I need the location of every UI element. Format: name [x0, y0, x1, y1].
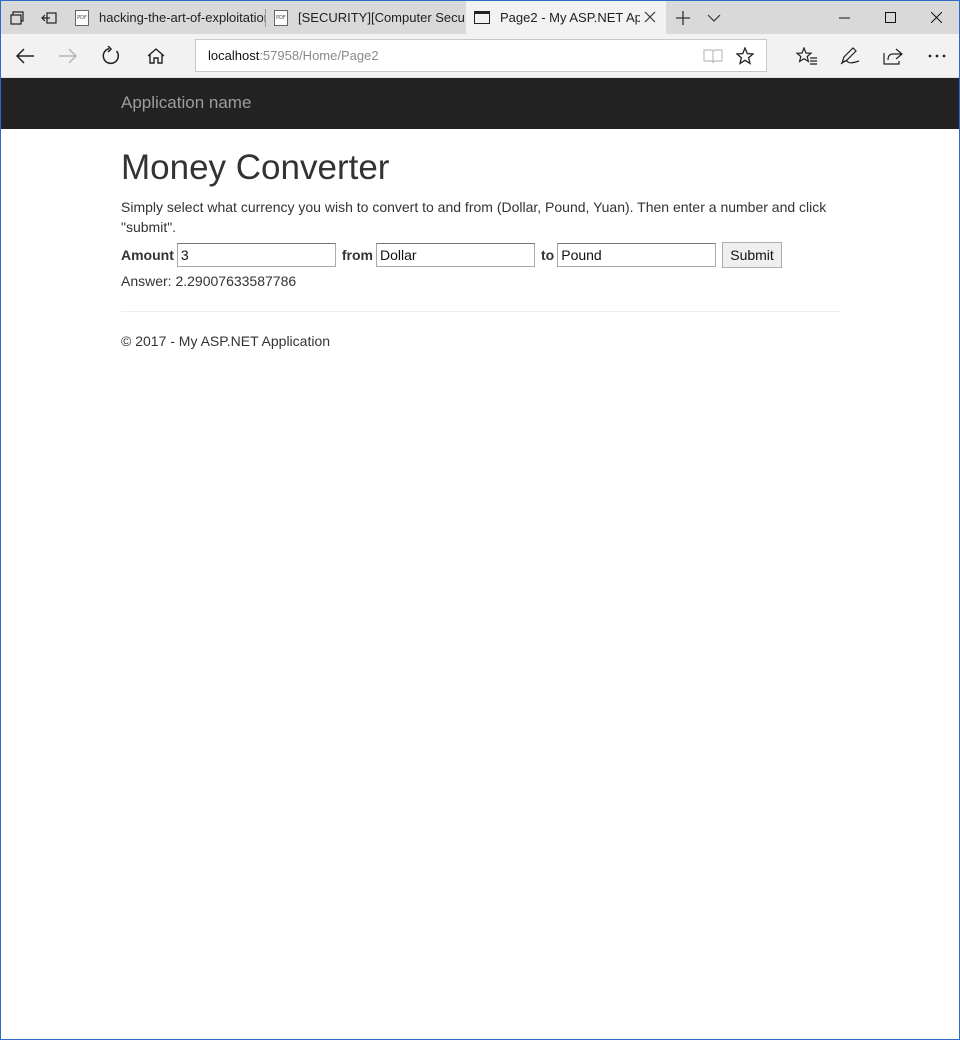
site-navbar: Application name [1, 78, 959, 129]
tab-hacking-pdf[interactable]: PDF hacking-the-art-of-exploitation [67, 1, 265, 34]
from-label: from [341, 247, 374, 263]
address-host: localhost [208, 48, 260, 63]
close-window-icon[interactable] [913, 1, 959, 34]
brand-link[interactable]: Application name [121, 93, 251, 113]
to-label: to [541, 247, 555, 263]
back-arrow-icon[interactable] [3, 34, 47, 78]
share-icon[interactable] [871, 34, 915, 78]
footer-copyright: © 2017 - My ASP.NET Application [121, 333, 331, 349]
favorites-hub-icon[interactable] [785, 34, 829, 78]
tab-page2[interactable]: Page2 - My ASP.NET Application [466, 1, 666, 34]
answer-text: Answer: 2.29007633587786 [121, 273, 297, 289]
reading-view-icon[interactable] [696, 40, 730, 71]
tab-title: Page2 - My ASP.NET Application [500, 10, 640, 25]
browser-window: PDF hacking-the-art-of-exploitation PDF … [0, 0, 960, 1040]
page-content: Money Converter Simply select what curre… [121, 129, 841, 349]
instructions-text: Simply select what currency you wish to … [121, 199, 827, 235]
pdf-icon: PDF [75, 9, 89, 26]
address-path: :57958/Home/Page2 [259, 48, 379, 63]
address-bar[interactable]: localhost:57958/Home/Page2 [195, 39, 767, 72]
page-icon [474, 11, 490, 24]
amount-label: Amount [121, 247, 174, 263]
new-tab-icon[interactable] [667, 1, 699, 34]
tab-security-pdf[interactable]: PDF [SECURITY][Computer Security [266, 1, 465, 34]
submit-button[interactable]: Submit [722, 242, 782, 268]
forward-arrow-icon[interactable] [46, 34, 90, 78]
tab-title: hacking-the-art-of-exploitation [99, 10, 265, 25]
divider [121, 311, 841, 312]
maximize-icon[interactable] [867, 1, 913, 34]
pdf-icon: PDF [274, 9, 288, 26]
more-options-icon[interactable] [915, 34, 959, 78]
tab-title: [SECURITY][Computer Security [298, 10, 465, 25]
to-currency-input[interactable] [557, 243, 717, 267]
set-tabs-aside-icon[interactable] [33, 1, 65, 34]
refresh-icon[interactable] [89, 34, 133, 78]
from-currency-input[interactable] [376, 243, 536, 267]
web-note-pen-icon[interactable] [828, 34, 872, 78]
page-title: Money Converter [121, 148, 390, 187]
amount-input[interactable] [176, 243, 336, 267]
tab-strip: PDF hacking-the-art-of-exploitation PDF … [1, 1, 959, 34]
converter-form: Amount from to Submit [121, 242, 841, 268]
home-icon[interactable] [134, 34, 178, 78]
tab-preview-chevron-icon[interactable] [698, 1, 730, 34]
tab-manager-icon[interactable] [1, 1, 33, 34]
close-tab-icon[interactable] [644, 11, 656, 26]
navigation-bar: localhost:57958/Home/Page2 [1, 34, 959, 78]
minimize-icon[interactable] [821, 1, 867, 34]
favorite-star-icon[interactable] [728, 40, 762, 71]
